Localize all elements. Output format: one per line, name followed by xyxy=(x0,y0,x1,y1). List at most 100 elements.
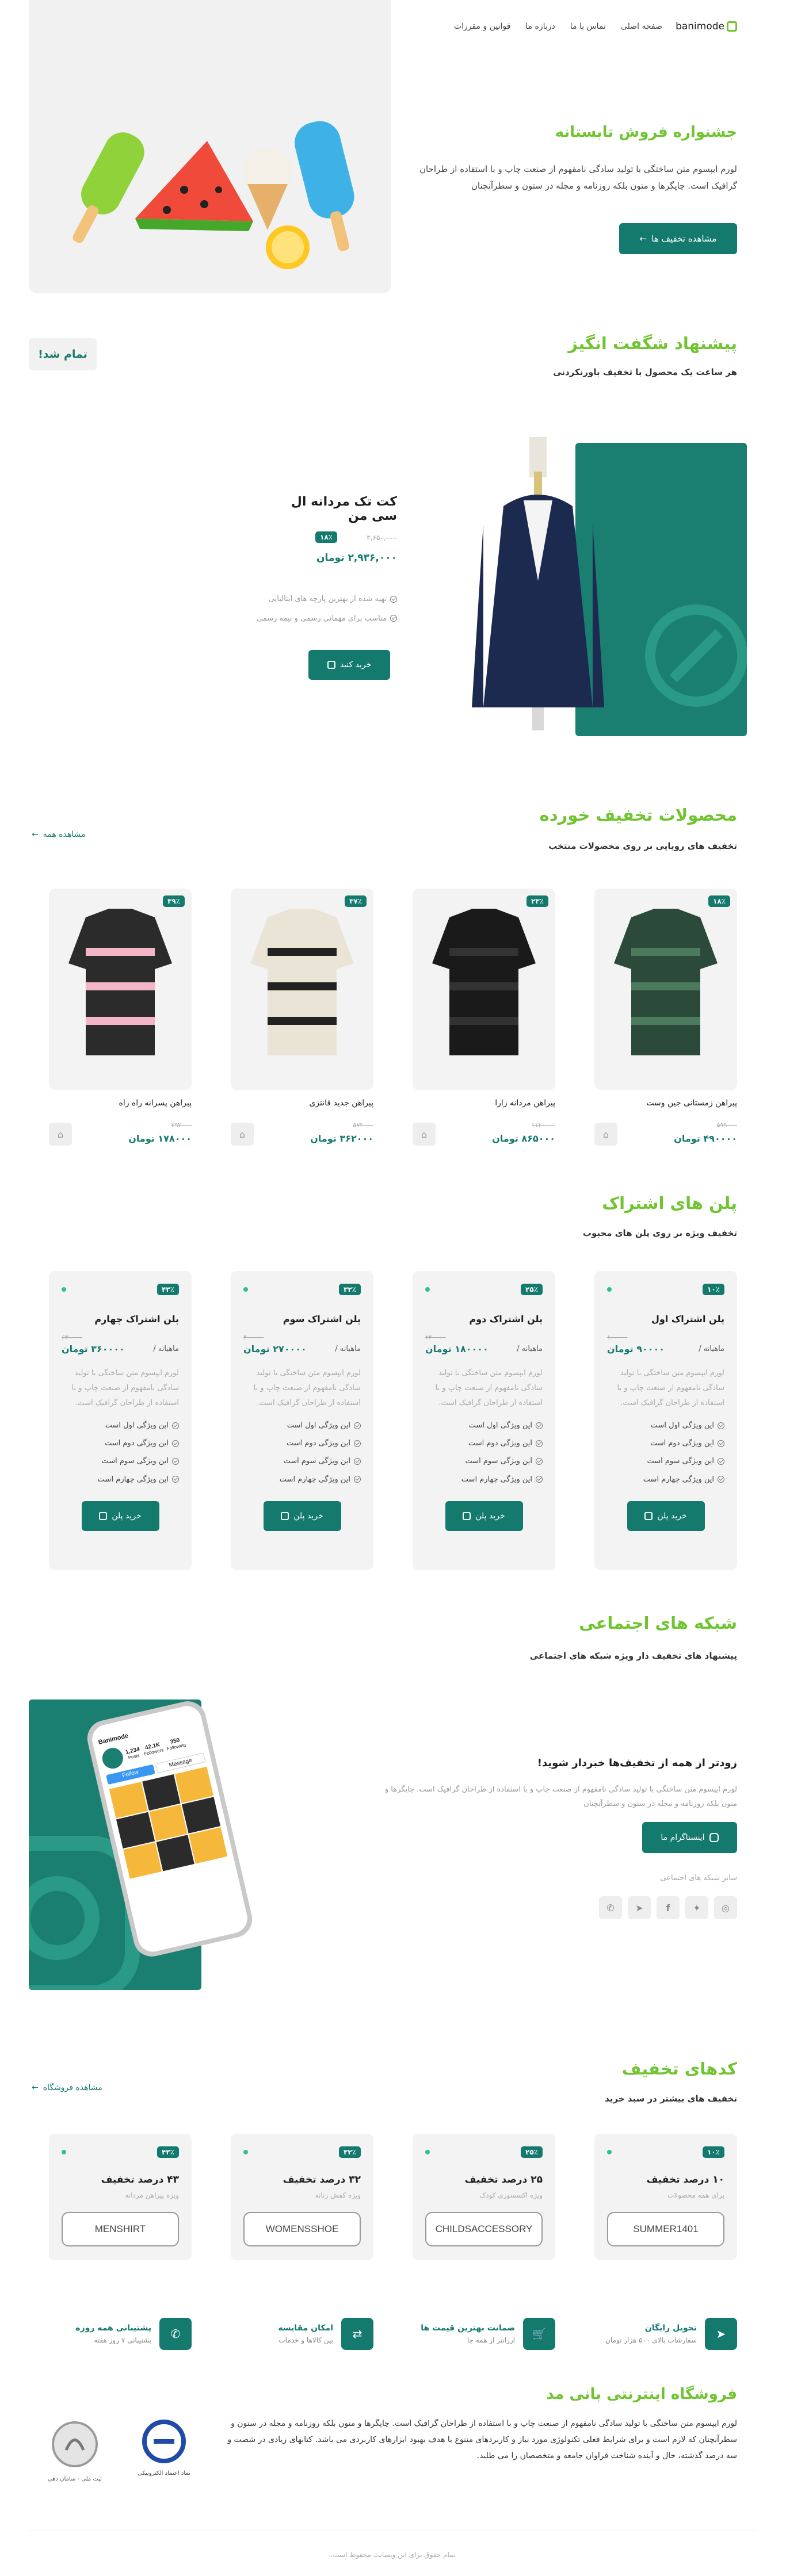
plan-features: این ویژگی اول است این ویژگی دوم است این وی… xyxy=(607,1417,724,1488)
offer-feature-1: تهیه شده از بهترین پارچه های ایتالیایی xyxy=(242,590,397,609)
logo[interactable]: banimode xyxy=(676,21,737,32)
product-old-price: ۲۹۲۰۰۰ xyxy=(171,1122,192,1129)
check-icon xyxy=(354,1440,361,1447)
codes-title: کدهای تخفیف xyxy=(621,2059,737,2079)
product-card[interactable]: ۲۳٪ xyxy=(413,889,555,1090)
footer-copyright: تمام حقوق برای این وبسایت محفوظ است. xyxy=(330,2551,456,2559)
product-name[interactable]: پیراهن زمستانی جین وست xyxy=(594,1098,737,1108)
product-name[interactable]: پیراهن پسرانه راه راه xyxy=(49,1098,192,1108)
enamad-badge[interactable]: نماد اعتماد الکترونیکی xyxy=(132,2418,196,2505)
nav-rules[interactable]: قوانین و مقررات xyxy=(454,22,510,31)
social-text: لورم ایپسوم متن ساختگی با تولید سادگی نا… xyxy=(384,1785,737,1808)
plan-name: پلن اشتراک سوم xyxy=(283,1314,361,1325)
shopping-bag-icon xyxy=(644,1511,653,1520)
plan-feature: این ویژگی سوم است xyxy=(607,1452,724,1470)
code-value[interactable]: CHILDSACCESSORY xyxy=(425,2212,543,2246)
hero-button[interactable]: مشاهده تخفیف ها ← xyxy=(619,223,737,254)
product-name[interactable]: پیراهن جدید فانتزی xyxy=(231,1098,373,1108)
discounted-see-all[interactable]: مشاهده همه ← xyxy=(32,830,86,839)
samandehi-badge[interactable]: ثبت ملی - سامان دهی xyxy=(35,2418,115,2505)
plan-description: لورم ایپسوم متن ساختگی با تولید سادگی نا… xyxy=(617,1369,724,1407)
plan-feature: این ویژگی دوم است xyxy=(607,1434,724,1452)
plan-description: لورم ایپسوم متن ساختگی با تولید سادگی نا… xyxy=(71,1369,179,1407)
codes-see-all[interactable]: مشاهده فروشگاه ← xyxy=(32,2083,102,2092)
plan-description: لورم ایپسوم متن ساختگی با تولید سادگی نا… xyxy=(435,1369,543,1407)
plan-old-price: ۲۴۰۰۰۰ xyxy=(425,1334,446,1341)
code-value[interactable]: SUMMER1401 xyxy=(607,2212,724,2246)
feature-title: پشتیبانی همه روزه xyxy=(75,2324,151,2333)
plan-feature: این ویژگی سوم است xyxy=(243,1452,361,1470)
plan-feature: این ویژگی دوم است xyxy=(62,1434,179,1452)
plan-name: پلن اشتراک دوم xyxy=(469,1314,543,1325)
plan-feature: این ویژگی سوم است xyxy=(62,1452,179,1470)
status-dot xyxy=(607,1287,612,1292)
code-title: ۱۰ درصد تخفیف xyxy=(646,2174,724,2185)
product-price: ۸۶۵۰۰۰ تومان xyxy=(492,1133,555,1144)
add-to-cart-icon[interactable]: ⌂ xyxy=(594,1123,617,1146)
plan-feature: این ویژگی اول است xyxy=(607,1417,724,1434)
plan-features: این ویژگی اول است این ویژگی دوم است این وی… xyxy=(425,1417,543,1488)
plan-discount-badge: ۲۵٪ xyxy=(521,1284,543,1295)
product-old-price: ۵۹۹۰۰۰ xyxy=(716,1122,737,1129)
nav-about[interactable]: درباره ما xyxy=(525,22,555,31)
plan-feature: این ویژگی اول است xyxy=(243,1417,361,1434)
green-popsicle-icon xyxy=(73,132,144,243)
check-icon xyxy=(354,1476,361,1483)
product-name[interactable]: پیراهن مردانه زارا xyxy=(413,1098,555,1108)
whatsapp-icon[interactable]: ✆ xyxy=(599,1896,622,1919)
product-price: ۳۶۲۰۰۰ تومان xyxy=(310,1133,373,1144)
social-icons: ✆ ➤ f ✦ ◎ xyxy=(599,1896,737,1919)
code-title: ۴۳ درصد تخفیف xyxy=(101,2174,179,2185)
main-nav: صفحه اصلی تماس با ما درباره ما قوانین و … xyxy=(454,22,662,31)
check-icon xyxy=(172,1422,179,1429)
plan-buy-button[interactable]: خرید پلن xyxy=(263,1501,341,1531)
offer-buy-button[interactable]: خرید کنید xyxy=(308,650,390,680)
shopping-bag-icon xyxy=(463,1511,471,1520)
plan-buy-button[interactable]: خرید پلن xyxy=(627,1501,705,1531)
product-card[interactable]: ۳۷٪ xyxy=(231,889,373,1090)
nav-home[interactable]: صفحه اصلی xyxy=(621,22,662,31)
shopping-bag-icon xyxy=(327,661,335,669)
status-dot xyxy=(243,1287,248,1292)
add-to-cart-icon[interactable]: ⌂ xyxy=(49,1123,72,1146)
shirt-image xyxy=(250,909,354,1055)
plan-card: ۲۵٪ پلن اشتراک دوم ۲۴۰۰۰۰ ماهیانه / ۱۸۰۰… xyxy=(413,1271,555,1570)
social-heading: زودتر از همه از تخفیف‌ها خبردار شوید! xyxy=(537,1757,737,1769)
twitter-icon[interactable]: ✦ xyxy=(685,1896,708,1919)
instagram-button[interactable]: اینستاگرام ما xyxy=(642,1822,737,1853)
add-to-cart-icon[interactable]: ⌂ xyxy=(413,1123,436,1146)
status-dot xyxy=(62,2150,66,2154)
code-discount-badge: ۱۰٪ xyxy=(703,2146,724,2158)
plan-old-price: ۱۰۰۰۰۰ xyxy=(607,1334,628,1341)
code-value[interactable]: MENSHIRT xyxy=(62,2212,179,2246)
code-value[interactable]: WOMENSSHOE xyxy=(243,2212,361,2246)
social-title: شبکه های اجتماعی xyxy=(579,1613,737,1633)
product-card[interactable]: ۳۹٪ xyxy=(49,889,192,1090)
feature-item: ✆ پشتیبانی همه روزه پشتیبانی ۷ روز هفته xyxy=(49,2318,192,2350)
plan-monthly-label: ماهیانه / xyxy=(335,1345,361,1353)
offer-features: تهیه شده از بهترین پارچه های ایتالیایی م… xyxy=(242,590,397,629)
plan-buy-button[interactable]: خرید پلن xyxy=(81,1501,159,1531)
discounted-title: محصولات تخفیف خورده xyxy=(539,805,737,825)
facebook-icon[interactable]: f xyxy=(657,1896,680,1919)
product-card[interactable]: ۱۸٪ xyxy=(594,889,737,1090)
discount-code-card: ۴۳٪ ۴۳ درصد تخفیف ویژه پیراهن مردانه MEN… xyxy=(49,2134,192,2260)
plan-card: ۴۳٪ پلن اشتراک چهارم ۶۳۰۰۰۰ ماهیانه / ۳۶… xyxy=(49,1271,192,1570)
plan-old-price: ۶۳۰۰۰۰ xyxy=(62,1334,82,1341)
telegram-icon[interactable]: ➤ xyxy=(628,1896,651,1919)
discounted-subtitle: تخفیف های رویایی بر روی محصولات منتخب xyxy=(548,841,737,851)
plan-buy-button[interactable]: خرید پلن xyxy=(445,1501,523,1531)
watermelon-icon xyxy=(135,141,253,231)
instagram-icon[interactable]: ◎ xyxy=(714,1896,737,1919)
plan-discount-badge: ۱۰٪ xyxy=(703,1284,724,1295)
discount-code-card: ۲۵٪ ۲۵ درصد تخفیف ویژه اکسسوری کودک CHIL… xyxy=(413,2134,555,2260)
nav-contact[interactable]: تماس با ما xyxy=(570,22,606,31)
add-to-cart-icon[interactable]: ⌂ xyxy=(231,1123,254,1146)
phone-avatar xyxy=(100,1746,125,1771)
offer-discount-badge: ۱۸٪ xyxy=(315,531,337,543)
plan-feature: این ویژگی چهارم است xyxy=(243,1471,361,1488)
code-discount-badge: ۴۳٪ xyxy=(157,2146,179,2158)
hero-text: لورم ایپسوم متن ساختگی با تولید سادگی نا… xyxy=(419,164,737,191)
code-desc: ویژه پیراهن مردانه xyxy=(125,2191,179,2199)
plan-feature: این ویژگی اول است xyxy=(425,1417,543,1434)
